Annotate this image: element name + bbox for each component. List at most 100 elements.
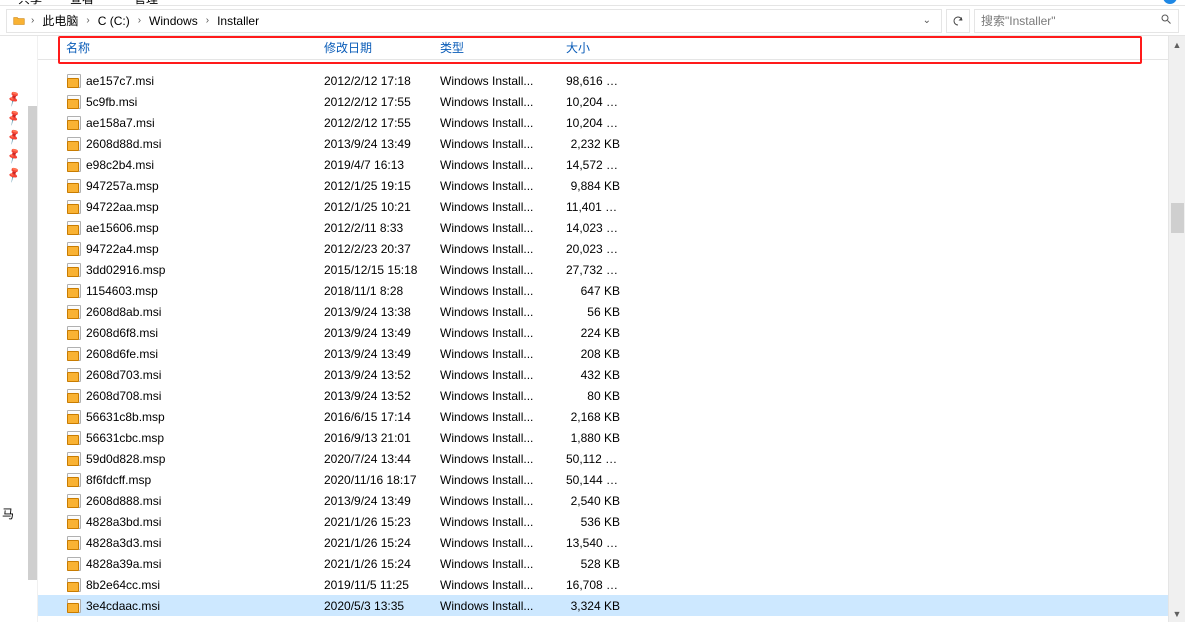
file-row[interactable]: 947257a.msp2012/1/25 19:15Windows Instal… <box>38 175 1168 196</box>
file-name-cell[interactable]: ae158a7.msi <box>58 115 316 131</box>
breadcrumb-windows[interactable]: Windows <box>145 10 202 32</box>
file-name-cell[interactable]: 59d0d828.msp <box>58 451 316 467</box>
file-row[interactable]: e98c2b4.msi2019/4/7 16:13Windows Install… <box>38 154 1168 175</box>
file-name-cell[interactable]: 2608d8ab.msi <box>58 304 316 320</box>
file-row[interactable]: ae15606.msp2012/2/11 8:33Windows Install… <box>38 217 1168 238</box>
file-row[interactable]: ae157c7.msi2012/2/12 17:18Windows Instal… <box>38 70 1168 91</box>
file-row[interactable]: 94722aa.msp2012/1/25 10:21Windows Instal… <box>38 196 1168 217</box>
breadcrumb-drive-c[interactable]: C (C:) <box>94 10 134 32</box>
file-size-cell: 16,708 KB <box>558 578 628 592</box>
column-header-size[interactable]: 大小 <box>558 36 628 59</box>
file-name-cell[interactable]: 5c9fb.msi <box>58 94 316 110</box>
ribbon-tab-view[interactable]: 查看 <box>70 0 94 7</box>
file-row[interactable]: 1154603.msp2018/11/1 8:28Windows Install… <box>38 280 1168 301</box>
scrollbar-track[interactable] <box>1169 53 1185 605</box>
file-name-cell[interactable]: 4828a3bd.msi <box>58 514 316 530</box>
file-row[interactable]: 4828a3bd.msi2021/1/26 15:23Windows Insta… <box>38 511 1168 532</box>
file-row[interactable]: 2608d708.msi2013/9/24 13:52Windows Insta… <box>38 385 1168 406</box>
file-date-cell: 2012/2/12 17:18 <box>316 74 432 88</box>
file-list[interactable]: ae157c7.msi2012/2/12 17:18 Windows Instal… <box>38 60 1168 622</box>
file-name-cell[interactable]: 3dd02916.msp <box>58 262 316 278</box>
pin-icon[interactable]: 📌 <box>5 127 23 145</box>
file-name-cell[interactable]: 8f6fdcff.msp <box>58 472 316 488</box>
file-type-cell: Windows Install... <box>432 179 558 193</box>
file-row[interactable]: 3dd02916.msp2015/12/15 15:18Windows Inst… <box>38 259 1168 280</box>
ribbon-tab-manage[interactable]: 管理 <box>134 0 158 7</box>
breadcrumb-installer[interactable]: Installer <box>213 10 263 32</box>
file-name-label: 2608d8ab.msi <box>86 305 161 319</box>
file-size-cell: 224 KB <box>558 326 628 340</box>
file-list-pane: 名称 修改日期 类型 大小 ae157c7.msi2012/2/12 17:18… <box>38 36 1168 622</box>
file-name-cell[interactable]: 2608d888.msi <box>58 493 316 509</box>
file-row[interactable]: 2608d8ab.msi2013/9/24 13:38Windows Insta… <box>38 301 1168 322</box>
file-row[interactable]: 56631cbc.msp2016/9/13 21:01Windows Insta… <box>38 427 1168 448</box>
sidebar-item-truncated[interactable]: 马 <box>2 505 14 522</box>
file-name-cell[interactable]: 3e4cdaac.msi <box>58 598 316 614</box>
file-name-cell[interactable]: 2608d6fe.msi <box>58 346 316 362</box>
breadcrumb-this-pc[interactable]: 此电脑 <box>38 10 82 32</box>
chevron-right-icon[interactable]: › <box>29 15 36 26</box>
file-name-cell[interactable]: 947257a.msp <box>58 178 316 194</box>
quick-access-gutter: 📌 📌 📌 📌 📌 马 <box>0 36 28 622</box>
file-name-cell[interactable]: 1154603.msp <box>58 283 316 299</box>
pin-icon[interactable]: 📌 <box>5 146 23 164</box>
pin-icon[interactable]: 📌 <box>5 165 23 183</box>
column-header-type[interactable]: 类型 <box>432 36 558 59</box>
file-row[interactable]: 8f6fdcff.msp2020/11/16 18:17Windows Inst… <box>38 469 1168 490</box>
chevron-right-icon[interactable]: › <box>84 15 91 26</box>
file-name-cell[interactable]: 94722a4.msp <box>58 241 316 257</box>
file-row[interactable]: 4828a3d3.msi2021/1/26 15:24Windows Insta… <box>38 532 1168 553</box>
file-name-cell[interactable]: 4828a3d3.msi <box>58 535 316 551</box>
help-icon[interactable]: ? <box>1163 0 1177 4</box>
file-name-cell[interactable]: 4828a39a.msi <box>58 556 316 572</box>
chevron-down-icon[interactable]: ⌄ <box>917 15 937 26</box>
file-row[interactable]: 59d0d828.msp2020/7/24 13:44Windows Insta… <box>38 448 1168 469</box>
file-name-label: 94722a4.msp <box>86 242 159 256</box>
chevron-right-icon[interactable]: › <box>136 15 143 26</box>
pin-icon[interactable]: 📌 <box>5 89 23 107</box>
column-header-name[interactable]: 名称 <box>58 36 316 59</box>
file-date-cell: 2012/1/25 10:21 <box>316 200 432 214</box>
scroll-up-arrow[interactable]: ▲ <box>1169 36 1185 53</box>
file-row[interactable]: 2608d6fe.msi2013/9/24 13:49Windows Insta… <box>38 343 1168 364</box>
scrollbar-thumb[interactable] <box>28 106 37 580</box>
search-input[interactable] <box>981 14 1172 28</box>
file-date-cell: 2012/2/23 20:37 <box>316 242 432 256</box>
file-name-cell[interactable]: 94722aa.msp <box>58 199 316 215</box>
file-row[interactable]: 2608d888.msi2013/9/24 13:49Windows Insta… <box>38 490 1168 511</box>
file-name-cell[interactable]: 2608d6f8.msi <box>58 325 316 341</box>
ribbon-tab-share[interactable]: 共享 <box>18 0 42 7</box>
file-row[interactable]: 2608d6f8.msi2013/9/24 13:49Windows Insta… <box>38 322 1168 343</box>
file-name-cell[interactable]: 56631c8b.msp <box>58 409 316 425</box>
search-icon[interactable] <box>1160 13 1172 28</box>
file-row[interactable]: 3e4cdaac.msi2020/5/3 13:35Windows Instal… <box>38 595 1168 616</box>
file-row[interactable]: 56631c8b.msp2016/6/15 17:14Windows Insta… <box>38 406 1168 427</box>
file-row[interactable]: 2608d703.msi2013/9/24 13:52Windows Insta… <box>38 364 1168 385</box>
scrollbar-thumb[interactable] <box>1171 203 1184 233</box>
search-box[interactable] <box>974 9 1179 33</box>
file-date-cell: 2020/7/24 13:44 <box>316 452 432 466</box>
file-name-cell[interactable]: 2608d88d.msi <box>58 136 316 152</box>
file-row[interactable]: 5c9fb.msi2012/2/12 17:55Windows Install.… <box>38 91 1168 112</box>
file-name-cell[interactable]: 56631cbc.msp <box>58 430 316 446</box>
installer-file-icon <box>66 409 82 425</box>
file-name-cell[interactable]: 2608d708.msi <box>58 388 316 404</box>
file-name-cell[interactable]: ae157c7.msi <box>58 73 316 89</box>
file-name-cell[interactable]: 2608d703.msi <box>58 367 316 383</box>
column-header-date[interactable]: 修改日期 <box>316 36 432 59</box>
vertical-scrollbar[interactable]: ▲ ▼ <box>1168 36 1185 622</box>
file-name-cell[interactable]: 8b2e64cc.msi <box>58 577 316 593</box>
file-row[interactable]: 8b2e64cc.msi2019/11/5 11:25Windows Insta… <box>38 574 1168 595</box>
file-row[interactable]: 94722a4.msp2012/2/23 20:37Windows Instal… <box>38 238 1168 259</box>
file-row[interactable]: ae158a7.msi2012/2/12 17:55Windows Instal… <box>38 112 1168 133</box>
chevron-right-icon[interactable]: › <box>204 15 211 26</box>
file-row[interactable]: 4828a39a.msi2021/1/26 15:24Windows Insta… <box>38 553 1168 574</box>
scroll-down-arrow[interactable]: ▼ <box>1169 605 1185 622</box>
pin-icon[interactable]: 📌 <box>5 108 23 126</box>
breadcrumb[interactable]: › 此电脑 › C (C:) › Windows › Installer ⌄ <box>6 9 942 33</box>
file-name-cell[interactable]: e98c2b4.msi <box>58 157 316 173</box>
file-row[interactable]: 2608d88d.msi2013/9/24 13:49Windows Insta… <box>38 133 1168 154</box>
sidebar-scrollbar[interactable] <box>28 36 38 622</box>
refresh-button[interactable] <box>946 9 970 33</box>
file-name-cell[interactable]: ae15606.msp <box>58 220 316 236</box>
